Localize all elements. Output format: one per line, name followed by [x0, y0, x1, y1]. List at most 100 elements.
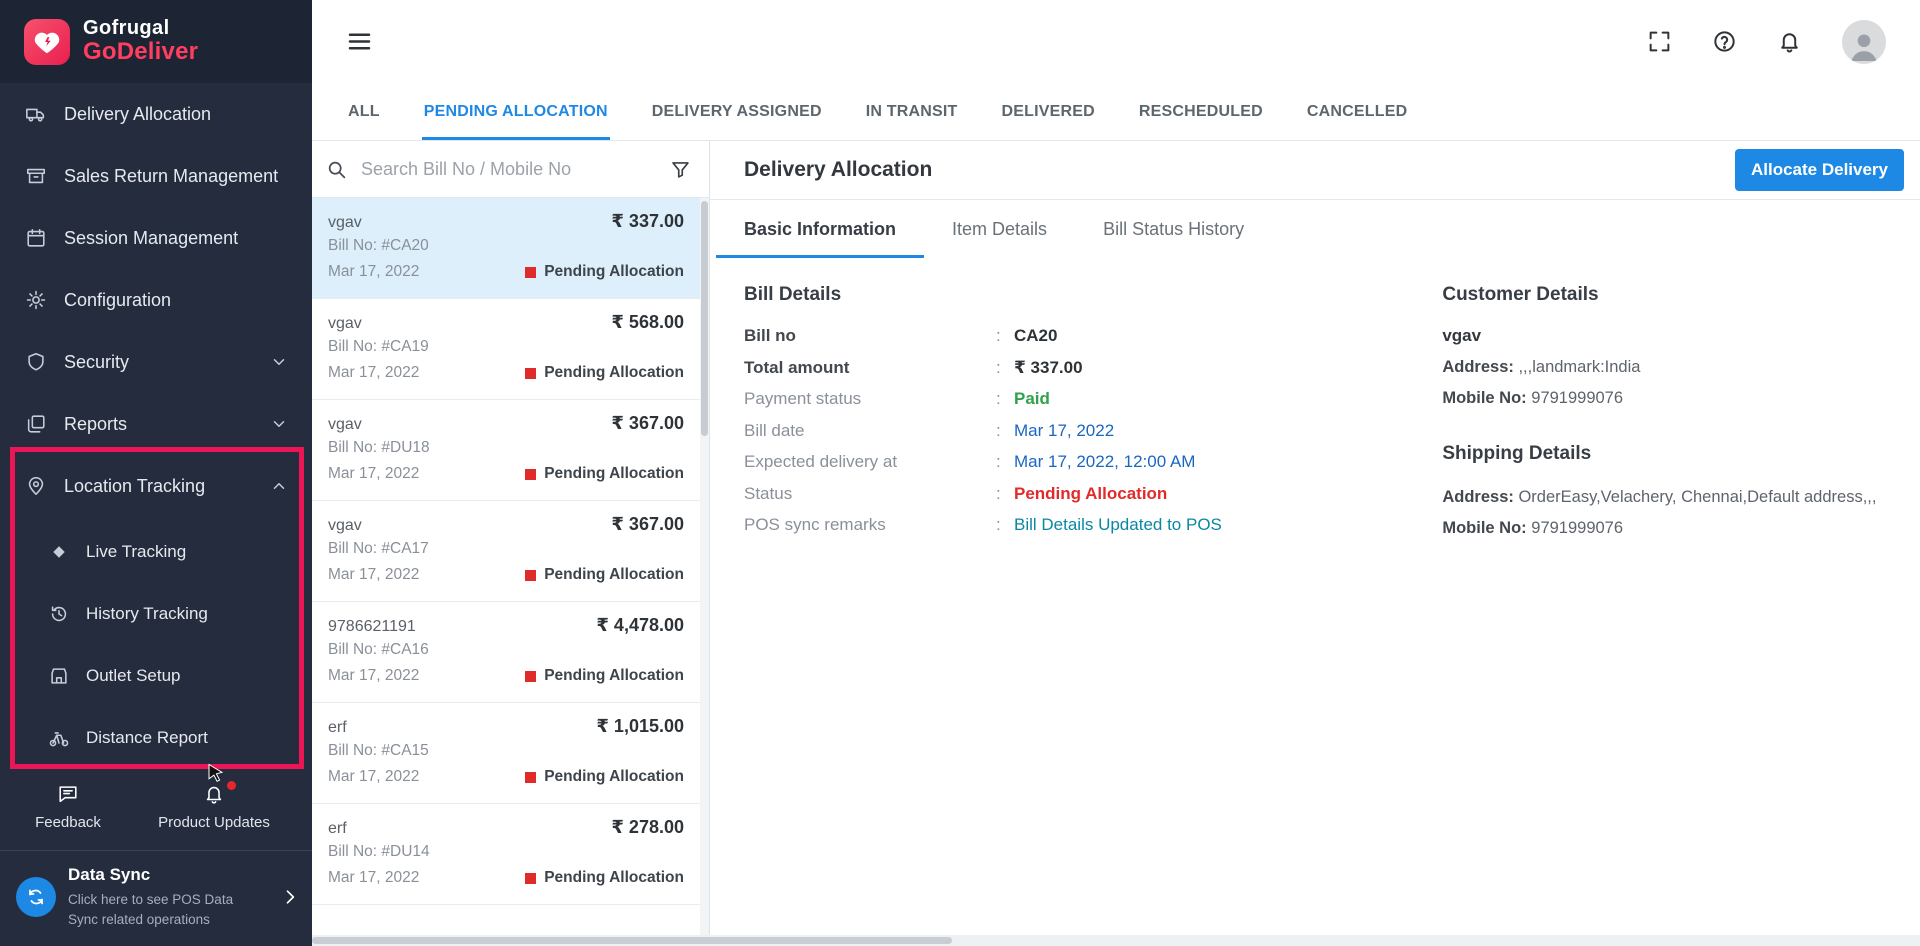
basic-information-content: Bill Details Bill no : CA20 Total amount…	[710, 258, 1920, 935]
sidebar-item-sales-return-management[interactable]: Sales Return Management	[0, 145, 312, 207]
tab-item-details[interactable]: Item Details	[924, 200, 1075, 258]
app-window: Gofrugal GoDeliver Delivery Allocation S…	[0, 0, 1920, 946]
field-value: Mar 17, 2022	[1014, 421, 1114, 441]
allocate-delivery-button[interactable]: Allocate Delivery	[1735, 149, 1904, 191]
vertical-scrollbar[interactable]	[700, 198, 709, 935]
truck-icon	[25, 103, 47, 125]
tab-bill-status-history[interactable]: Bill Status History	[1075, 200, 1272, 258]
help-icon[interactable]	[1712, 29, 1737, 54]
colon: :	[996, 326, 1014, 346]
chevron-down-icon	[270, 353, 288, 371]
sidebar-item-label: Session Management	[64, 228, 238, 249]
bill-list-item[interactable]: 9786621191₹ 4,478.00 Bill No: #CA16 Mar …	[312, 602, 700, 703]
bill-date: Mar 17, 2022	[328, 869, 419, 887]
bill-status-label: Pending Allocation	[544, 566, 684, 584]
status-square-icon	[525, 570, 536, 581]
feedback-link[interactable]: Feedback	[0, 783, 136, 831]
data-sync-title: Data Sync	[68, 865, 268, 885]
bill-amount: ₹ 1,015.00	[596, 716, 684, 737]
bill-no-row: Bill no : CA20	[744, 326, 1442, 358]
address-value: ,,,landmark:India	[1518, 358, 1640, 376]
customer-address: Address: ,,,landmark:India	[1442, 355, 1890, 381]
bill-amount: ₹ 4,478.00	[596, 615, 684, 636]
tab-cancelled[interactable]: CANCELLED	[1305, 83, 1409, 140]
content-area: vgav₹ 337.00 Bill No: #CA20 Mar 17, 2022…	[312, 141, 1920, 935]
tab-pending-allocation[interactable]: PENDING ALLOCATION	[422, 83, 610, 140]
address-label: Address:	[1442, 488, 1514, 506]
bill-number: Bill No: #CA20	[328, 237, 684, 255]
sync-icon	[16, 877, 56, 917]
bill-amount: ₹ 568.00	[611, 312, 684, 333]
search-input[interactable]	[359, 158, 658, 181]
sidebar-item-security[interactable]: Security	[0, 331, 312, 393]
payment-status-row: Payment status : Paid	[744, 389, 1442, 421]
sidebar-item-distance-report[interactable]: Distance Report	[0, 707, 312, 769]
sidebar-item-history-tracking[interactable]: History Tracking	[0, 583, 312, 645]
bill-list-item[interactable]: vgav₹ 337.00 Bill No: #CA20 Mar 17, 2022…	[312, 198, 700, 299]
reports-icon	[25, 413, 47, 435]
user-avatar[interactable]	[1842, 20, 1886, 64]
scrollbar-thumb[interactable]	[312, 937, 952, 944]
sidebar-item-label: Outlet Setup	[86, 666, 181, 686]
bill-date-row: Bill date : Mar 17, 2022	[744, 421, 1442, 453]
feedback-label: Feedback	[35, 814, 101, 831]
sidebar-item-location-tracking[interactable]: Location Tracking	[0, 455, 312, 517]
scrollbar-thumb[interactable]	[701, 201, 708, 436]
fullscreen-icon[interactable]	[1647, 29, 1672, 54]
sidebar-item-reports[interactable]: Reports	[0, 393, 312, 455]
product-updates-label: Product Updates	[158, 814, 270, 831]
sidebar-item-live-tracking[interactable]: Live Tracking	[0, 521, 312, 583]
notifications-bell-icon[interactable]	[1777, 29, 1802, 54]
chevron-up-icon	[270, 477, 288, 495]
field-label: Bill no	[744, 326, 996, 346]
bill-list-item[interactable]: vgav₹ 367.00 Bill No: #CA17 Mar 17, 2022…	[312, 501, 700, 602]
tab-in-transit[interactable]: IN TRANSIT	[864, 83, 960, 140]
tab-basic-information[interactable]: Basic Information	[716, 200, 924, 258]
total-amount-row: Total amount : ₹ 337.00	[744, 358, 1442, 390]
sidebar-item-label: Distance Report	[86, 728, 208, 748]
data-sync-description-line2: Sync related operations	[68, 910, 268, 930]
sidebar-item-delivery-allocation[interactable]: Delivery Allocation	[0, 83, 312, 145]
bill-status: Pending Allocation	[525, 465, 684, 483]
bill-list-item[interactable]: erf₹ 1,015.00 Bill No: #CA15 Mar 17, 202…	[312, 703, 700, 804]
search-bar	[312, 141, 709, 198]
bill-status-label: Pending Allocation	[544, 667, 684, 685]
customer-name: vgav	[1442, 326, 1890, 346]
colon: :	[996, 515, 1014, 535]
hamburger-menu-icon[interactable]	[346, 28, 373, 55]
bill-list-item[interactable]: vgav₹ 367.00 Bill No: #DU18 Mar 17, 2022…	[312, 400, 700, 501]
data-sync-panel[interactable]: Data Sync Click here to see POS Data Syn…	[0, 850, 312, 946]
calendar-icon	[25, 227, 47, 249]
tab-all[interactable]: ALL	[346, 83, 382, 140]
tab-delivered[interactable]: DELIVERED	[1000, 83, 1097, 140]
brand-text: Gofrugal GoDeliver	[83, 18, 198, 66]
sidebar-item-outlet-setup[interactable]: Outlet Setup	[0, 645, 312, 707]
status-square-icon	[525, 671, 536, 682]
sidebar-item-session-management[interactable]: Session Management	[0, 207, 312, 269]
notification-dot	[227, 781, 236, 790]
bill-customer-name: erf	[328, 820, 347, 838]
product-updates-link[interactable]: Product Updates	[136, 783, 292, 831]
bill-customer-name: erf	[328, 719, 347, 737]
tab-delivery-assigned[interactable]: DELIVERY ASSIGNED	[650, 83, 824, 140]
mobile-label: Mobile No:	[1442, 389, 1526, 407]
field-value: Mar 17, 2022, 12:00 AM	[1014, 452, 1195, 472]
chevron-down-icon	[270, 415, 288, 433]
bill-date: Mar 17, 2022	[328, 364, 419, 382]
bill-customer-name: vgav	[328, 517, 362, 535]
diamond-icon	[48, 541, 70, 563]
horizontal-scrollbar[interactable]	[312, 935, 1920, 946]
bill-list-item[interactable]: erf₹ 278.00 Bill No: #DU14 Mar 17, 2022P…	[312, 804, 700, 905]
filter-icon[interactable]	[670, 159, 691, 180]
colon: :	[996, 421, 1014, 441]
status-square-icon	[525, 772, 536, 783]
bill-date: Mar 17, 2022	[328, 667, 419, 685]
bill-list-item[interactable]: vgav₹ 568.00 Bill No: #CA19 Mar 17, 2022…	[312, 299, 700, 400]
tab-rescheduled[interactable]: RESCHEDULED	[1137, 83, 1265, 140]
bill-list: vgav₹ 337.00 Bill No: #CA20 Mar 17, 2022…	[312, 198, 700, 935]
bill-date: Mar 17, 2022	[328, 263, 419, 281]
field-label: Status	[744, 484, 996, 504]
sidebar-item-configuration[interactable]: Configuration	[0, 269, 312, 331]
sidebar: Gofrugal GoDeliver Delivery Allocation S…	[0, 0, 312, 946]
bill-date: Mar 17, 2022	[328, 566, 419, 584]
